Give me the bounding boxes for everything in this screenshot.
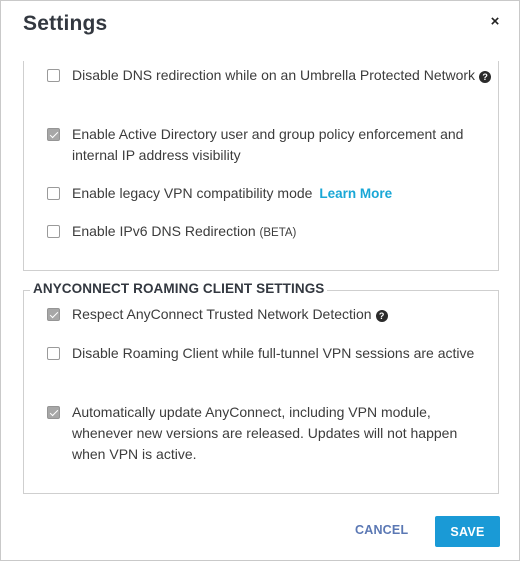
option-label: Automatically update AnyConnect, includi… [72, 404, 458, 462]
checkbox-disable-dns-redirection[interactable] [47, 69, 60, 82]
cancel-button[interactable]: CANCEL [355, 523, 408, 537]
close-icon[interactable]: × [487, 14, 503, 30]
option-legacy-vpn: Enable legacy VPN compatibility mode Lea… [47, 183, 492, 204]
option-label: Respect AnyConnect Trusted Network Detec… [72, 306, 372, 322]
anyconnect-settings-section: ANYCONNECT ROAMING CLIENT SETTINGS Respe… [23, 281, 499, 494]
option-active-directory: Enable Active Directory user and group p… [47, 124, 492, 166]
option-label: Enable Active Directory user and group p… [72, 126, 464, 163]
option-ipv6-dns: Enable IPv6 DNS Redirection (BETA) [47, 221, 492, 244]
help-icon[interactable]: ? [479, 71, 492, 83]
checkbox-active-directory[interactable] [47, 128, 60, 141]
learn-more-link[interactable]: Learn More [319, 186, 392, 201]
checkbox-legacy-vpn[interactable] [47, 187, 60, 200]
section-legend: ANYCONNECT ROAMING CLIENT SETTINGS [30, 281, 328, 296]
checkbox-trusted-network-detection[interactable] [47, 308, 60, 321]
checkbox-ipv6-dns[interactable] [47, 225, 60, 238]
option-label: Enable IPv6 DNS Redirection [72, 223, 256, 239]
help-icon[interactable]: ? [375, 310, 388, 322]
beta-tag: (BETA) [259, 227, 297, 239]
option-label: Disable DNS redirection while on an Umbr… [72, 67, 476, 83]
save-button[interactable]: SAVE [435, 516, 500, 547]
option-trusted-network-detection: Respect AnyConnect Trusted Network Detec… [47, 304, 492, 325]
option-label: Disable Roaming Client while full-tunnel… [72, 345, 475, 361]
option-disable-dns-redirection: Disable DNS redirection while on an Umbr… [47, 65, 492, 86]
option-label: Enable legacy VPN compatibility mode [72, 185, 313, 201]
checkbox-auto-update[interactable] [47, 406, 60, 419]
checkbox-disable-roaming-client[interactable] [47, 347, 60, 360]
option-auto-update: Automatically update AnyConnect, includi… [47, 402, 492, 465]
dialog-title: Settings [23, 12, 108, 35]
general-settings-section: Disable DNS redirection while on an Umbr… [23, 61, 499, 271]
option-disable-roaming-client: Disable Roaming Client while full-tunnel… [47, 343, 492, 364]
settings-dialog: Settings × Disable DNS redirection while… [0, 0, 520, 561]
